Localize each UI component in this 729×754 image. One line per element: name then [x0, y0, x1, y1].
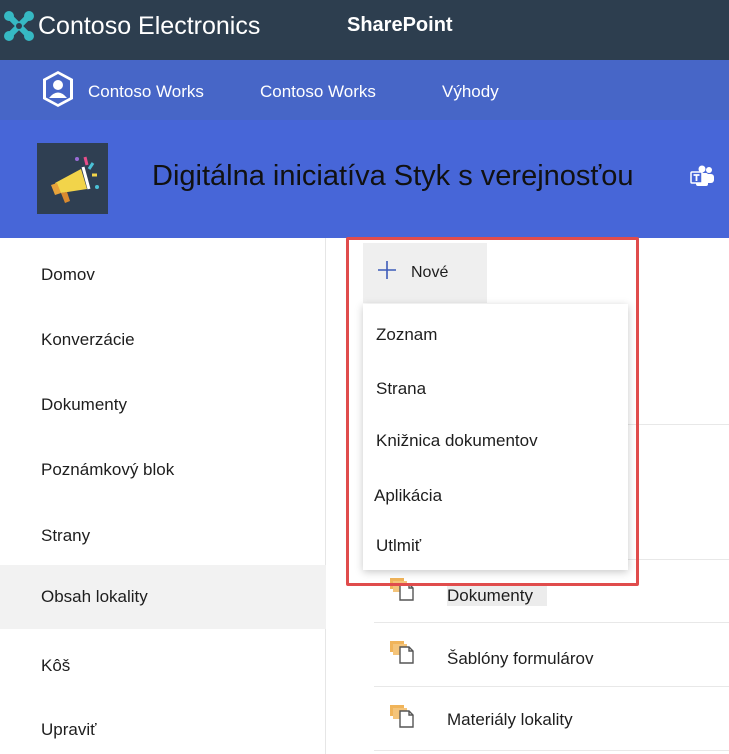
- document-library-icon: [390, 705, 414, 728]
- site-title[interactable]: Digitálna iniciatíva Styk s verejnosťou: [152, 160, 634, 193]
- new-dropdown-menu: Zoznam Strana Knižnica dokumentov Apliká…: [363, 304, 628, 570]
- org-name[interactable]: Contoso Electronics: [38, 12, 260, 41]
- teams-icon[interactable]: [690, 164, 716, 190]
- hub-navigation: Contoso Works Contoso Works Výhody: [0, 60, 729, 120]
- site-logo[interactable]: [37, 143, 108, 214]
- list-item-form-templates[interactable]: Šablóny formulárov: [374, 633, 729, 697]
- new-button[interactable]: Nové: [363, 243, 487, 303]
- menu-item-page[interactable]: Strana: [376, 379, 426, 399]
- hub-link-benefits[interactable]: Výhody: [442, 82, 499, 102]
- menu-item-app[interactable]: Aplikácia: [374, 486, 442, 506]
- nav-item-documents[interactable]: Dokumenty: [0, 373, 326, 437]
- menu-item-list[interactable]: Zoznam: [376, 325, 437, 345]
- list-item-documents[interactable]: Dokumenty: [374, 570, 729, 634]
- app-name[interactable]: SharePoint: [347, 14, 453, 37]
- megaphone-icon: [51, 156, 99, 203]
- nav-item-conversations[interactable]: Konverzácie: [0, 308, 326, 372]
- nav-item-edit[interactable]: Upraviť: [0, 698, 326, 754]
- nav-item-recycle-bin[interactable]: Kôš: [0, 634, 326, 698]
- list-item-label: Dokumenty: [447, 586, 547, 606]
- document-library-icon: [390, 578, 414, 601]
- list-item-site-assets[interactable]: Materiály lokality: [374, 697, 729, 754]
- contoso-works-logo-icon[interactable]: [40, 69, 76, 109]
- document-library-icon: [390, 641, 414, 664]
- menu-item-document-library[interactable]: Knižnica dokumentov: [376, 431, 538, 451]
- nav-item-notebook[interactable]: Poznámkový blok: [0, 438, 326, 502]
- nav-item-pages[interactable]: Strany: [0, 504, 326, 568]
- plus-icon: [378, 261, 396, 279]
- hub-link-contoso-works-2[interactable]: Contoso Works: [260, 82, 376, 102]
- suite-bar: Contoso Electronics SharePoint: [0, 0, 729, 60]
- waffle-logo-icon[interactable]: [3, 10, 35, 42]
- left-navigation: Domov Konverzácie Dokumenty Poznámkový b…: [0, 238, 326, 754]
- new-button-label: Nové: [411, 264, 449, 281]
- site-header: Digitálna iniciatíva Styk s verejnosťou: [0, 120, 729, 238]
- list-item-label: Materiály lokality: [447, 710, 573, 729]
- list-item-label: Šablóny formulárov: [447, 649, 594, 668]
- nav-item-home[interactable]: Domov: [0, 243, 326, 307]
- nav-item-site-contents[interactable]: Obsah lokality: [0, 565, 326, 629]
- menu-item-collapse[interactable]: Utlmiť: [376, 536, 421, 556]
- hub-link-contoso-works-1[interactable]: Contoso Works: [88, 82, 204, 102]
